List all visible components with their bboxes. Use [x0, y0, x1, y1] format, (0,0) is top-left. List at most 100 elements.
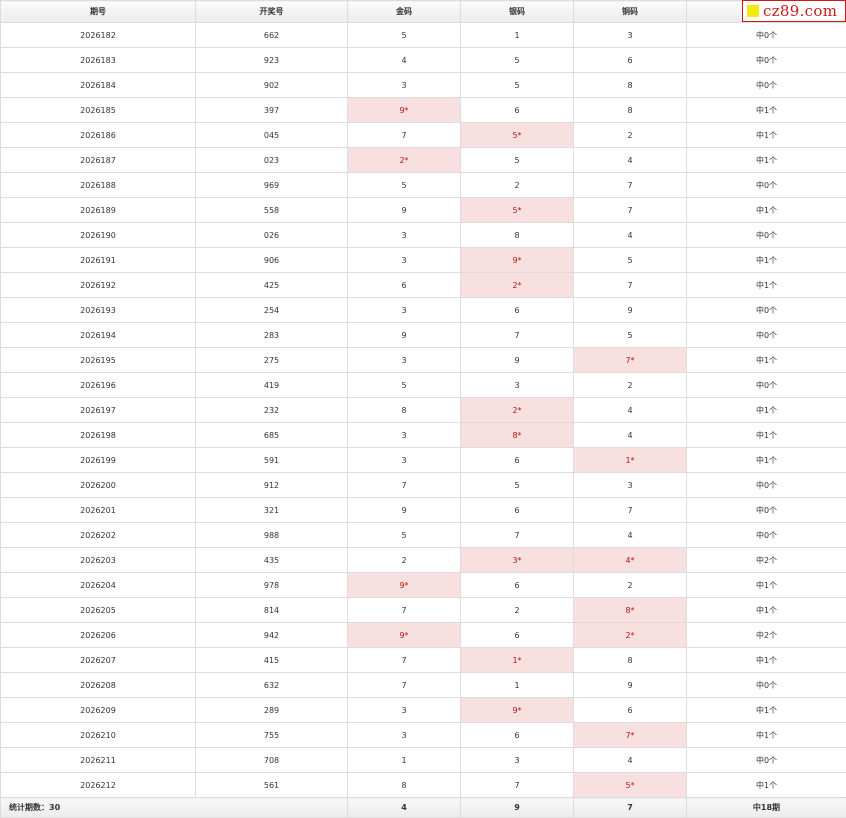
period-cell: 2026210 [1, 723, 196, 748]
silver-cell: 3 [461, 748, 574, 773]
table-row: 2026211708134中0个 [1, 748, 846, 773]
draw-number-cell: 662 [196, 23, 348, 48]
result-cell: 中0个 [687, 673, 846, 698]
silver-cell: 5 [461, 73, 574, 98]
result-cell: 中1个 [687, 723, 846, 748]
column-header-period[interactable]: 期号 [1, 1, 196, 23]
copper-cell: 6 [574, 48, 687, 73]
silver-cell: 1 [461, 673, 574, 698]
table-row: 202620928939*6中1个 [1, 698, 846, 723]
draw-number-cell: 275 [196, 348, 348, 373]
silver-cell: 8* [461, 423, 574, 448]
copper-cell: 2 [574, 123, 687, 148]
result-cell: 中1个 [687, 98, 846, 123]
table-row: 2026196419532中0个 [1, 373, 846, 398]
copper-cell: 2* [574, 623, 687, 648]
period-cell: 2026185 [1, 98, 196, 123]
table-row: 2026210755367*中1个 [1, 723, 846, 748]
copper-cell: 7* [574, 723, 687, 748]
copper-cell: 8 [574, 73, 687, 98]
table-row: 2026200912753中0个 [1, 473, 846, 498]
copper-cell: 2 [574, 573, 687, 598]
draw-number-cell: 814 [196, 598, 348, 623]
copper-cell: 4* [574, 548, 687, 573]
copper-cell: 6 [574, 698, 687, 723]
gold-cell: 7 [348, 598, 461, 623]
table-row: 2026183923456中0个 [1, 48, 846, 73]
period-cell: 2026207 [1, 648, 196, 673]
table-row: 20261853979*68中1个 [1, 98, 846, 123]
result-cell: 中1个 [687, 648, 846, 673]
silver-cell: 6 [461, 573, 574, 598]
gold-cell: 9* [348, 573, 461, 598]
period-cell: 2026195 [1, 348, 196, 373]
copper-cell: 9 [574, 298, 687, 323]
gold-cell: 8 [348, 773, 461, 798]
table-row: 202619190639*5中1个 [1, 248, 846, 273]
table-row: 2026188969527中0个 [1, 173, 846, 198]
table-row: 20262049789*62中1个 [1, 573, 846, 598]
period-cell: 2026203 [1, 548, 196, 573]
gold-cell: 3 [348, 248, 461, 273]
period-cell: 2026194 [1, 323, 196, 348]
lottery-stats-table: 期号 开奖号 金码 银码 铜码 2026182662513中0个20261839… [0, 0, 846, 818]
summary-silver-count: 9 [461, 798, 574, 818]
period-cell: 2026188 [1, 173, 196, 198]
silver-cell: 6 [461, 623, 574, 648]
draw-number-cell: 969 [196, 173, 348, 198]
copper-cell: 4 [574, 748, 687, 773]
table-row: 2026208632719中0个 [1, 673, 846, 698]
copper-cell: 5* [574, 773, 687, 798]
gold-cell: 5 [348, 23, 461, 48]
draw-number-cell: 942 [196, 623, 348, 648]
period-cell: 2026202 [1, 523, 196, 548]
gold-cell: 7 [348, 648, 461, 673]
column-header-gold[interactable]: 金码 [348, 1, 461, 23]
silver-cell: 5* [461, 198, 574, 223]
copper-cell: 4 [574, 398, 687, 423]
draw-number-cell: 561 [196, 773, 348, 798]
table-row: 20262069429*62*中2个 [1, 623, 846, 648]
summary-period-count: 统计期数：30 [1, 798, 348, 818]
draw-number-cell: 978 [196, 573, 348, 598]
column-header-draw-number[interactable]: 开奖号 [196, 1, 348, 23]
silver-cell: 5 [461, 48, 574, 73]
silver-cell: 9 [461, 348, 574, 373]
site-watermark: cz89.com [742, 0, 846, 22]
draw-number-cell: 321 [196, 498, 348, 523]
result-cell: 中2个 [687, 623, 846, 648]
table-row: 2026199591361*中1个 [1, 448, 846, 473]
result-cell: 中1个 [687, 598, 846, 623]
draw-number-cell: 558 [196, 198, 348, 223]
result-cell: 中0个 [687, 48, 846, 73]
summary-total-hits: 中18期 [687, 798, 846, 818]
result-cell: 中0个 [687, 498, 846, 523]
period-cell: 2026193 [1, 298, 196, 323]
gold-cell: 3 [348, 698, 461, 723]
result-cell: 中1个 [687, 148, 846, 173]
draw-number-cell: 283 [196, 323, 348, 348]
period-cell: 2026204 [1, 573, 196, 598]
gold-cell: 3 [348, 448, 461, 473]
silver-cell: 1 [461, 23, 574, 48]
copper-cell: 9 [574, 673, 687, 698]
column-header-copper[interactable]: 铜码 [574, 1, 687, 23]
result-cell: 中1个 [687, 448, 846, 473]
table-row: 202619723282*4中1个 [1, 398, 846, 423]
draw-number-cell: 685 [196, 423, 348, 448]
summary-gold-count: 4 [348, 798, 461, 818]
draw-number-cell: 289 [196, 698, 348, 723]
draw-number-cell: 591 [196, 448, 348, 473]
period-cell: 2026197 [1, 398, 196, 423]
period-cell: 2026189 [1, 198, 196, 223]
copper-cell: 5 [574, 323, 687, 348]
result-cell: 中0个 [687, 473, 846, 498]
period-cell: 2026205 [1, 598, 196, 623]
table-row: 202619242562*7中1个 [1, 273, 846, 298]
gold-cell: 5 [348, 373, 461, 398]
result-cell: 中1个 [687, 698, 846, 723]
column-header-silver[interactable]: 银码 [461, 1, 574, 23]
copper-cell: 4 [574, 523, 687, 548]
copper-cell: 8* [574, 598, 687, 623]
summary-row: 统计期数：30 4 9 7 中18期 [1, 798, 846, 818]
